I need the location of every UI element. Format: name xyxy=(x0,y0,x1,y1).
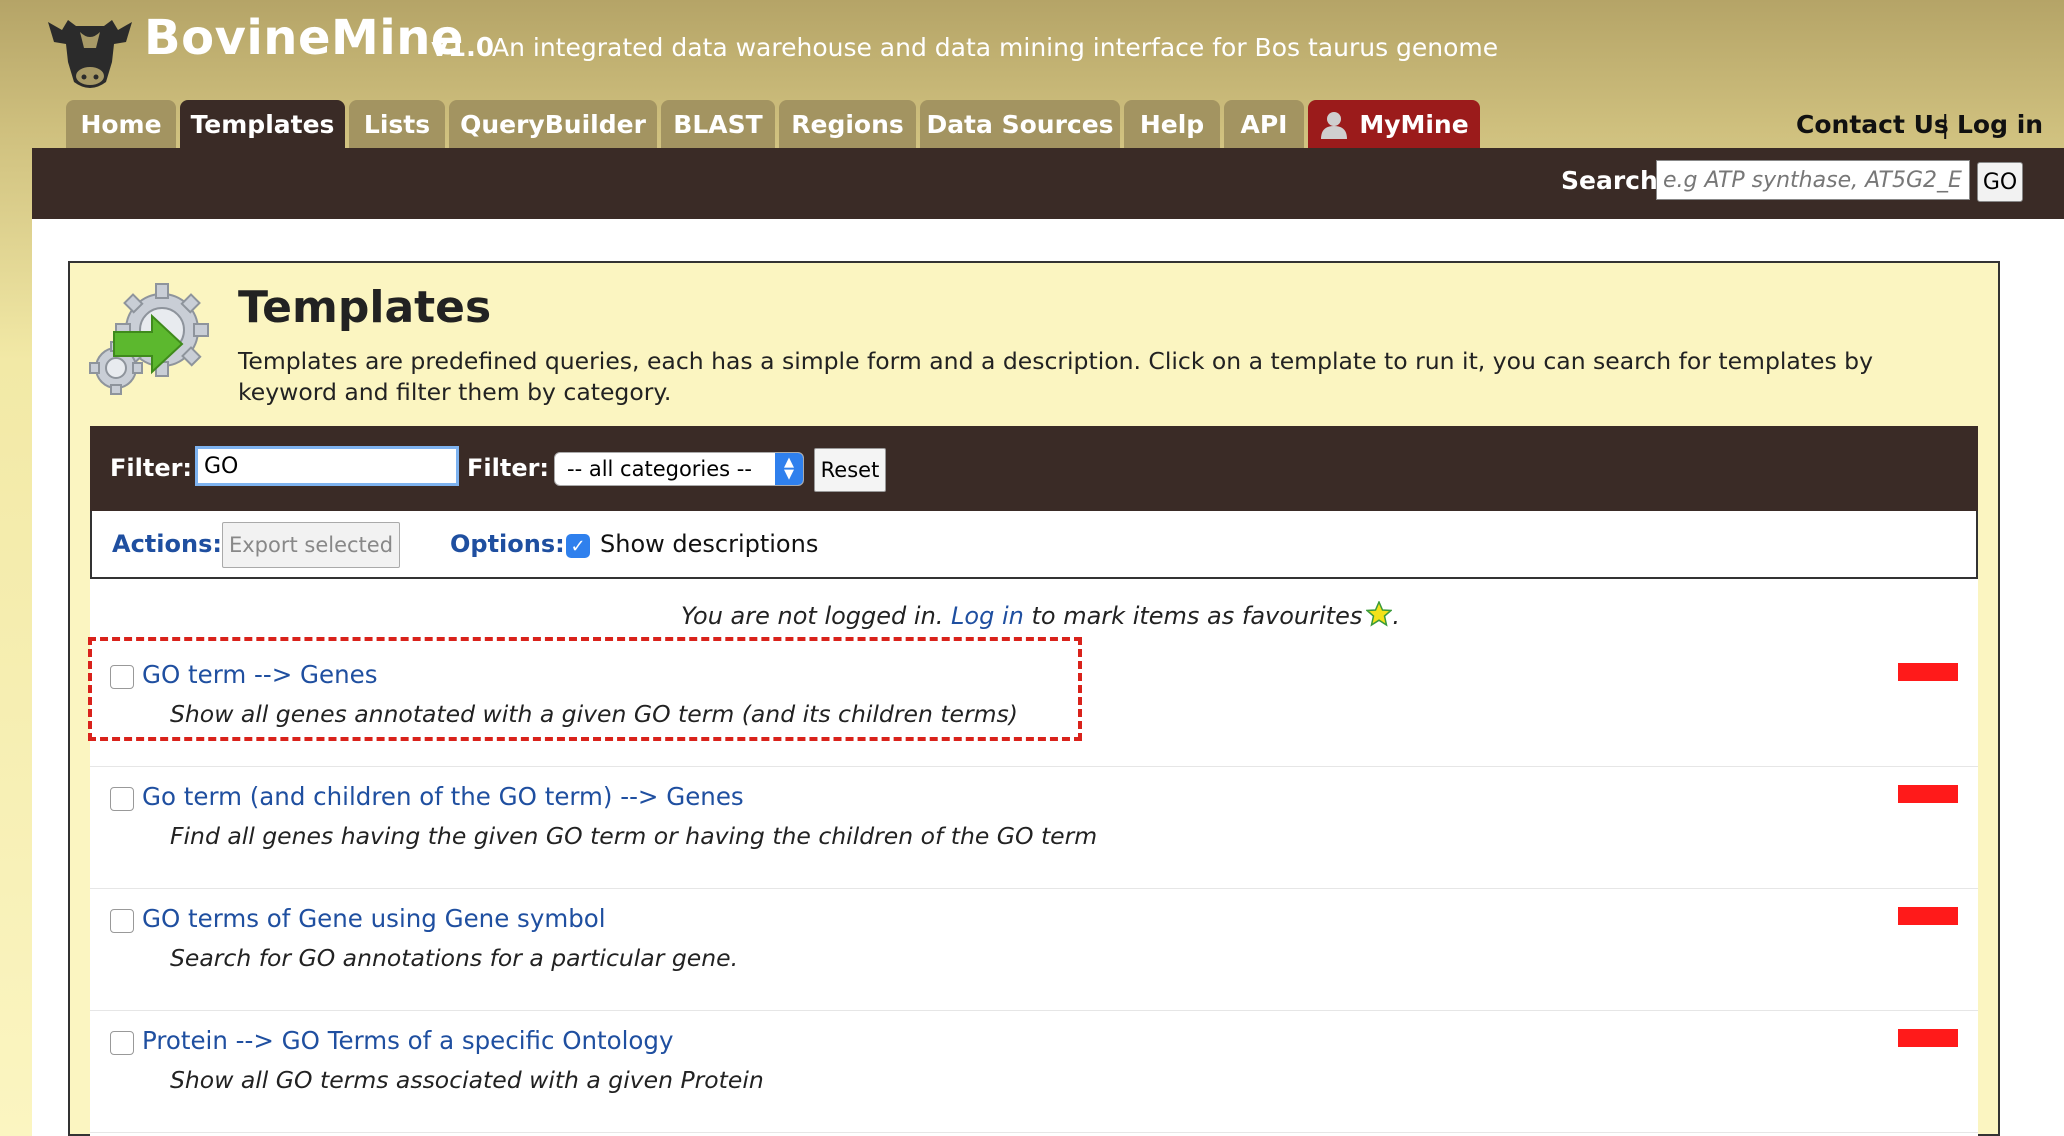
show-descriptions-checkbox[interactable]: ✓ xyxy=(566,534,590,558)
template-item: GO term --> Genes Show all genes annotat… xyxy=(90,645,1978,767)
template-title-link[interactable]: Protein --> GO Terms of a specific Ontol… xyxy=(142,1026,673,1055)
tab-label: API xyxy=(1240,109,1288,139)
tab-label: Help xyxy=(1139,109,1205,139)
gear-arrow-icon xyxy=(89,283,209,395)
site-tagline: An integrated data warehouse and data mi… xyxy=(492,33,1499,62)
login-notice-end: . xyxy=(1392,602,1400,630)
tab-templates[interactable]: Templates xyxy=(180,100,345,148)
site-brand[interactable]: BovineMine xyxy=(144,10,464,66)
tab-label: Home xyxy=(80,109,162,139)
tab-data-sources[interactable]: Data Sources xyxy=(920,100,1120,148)
template-description: Find all genes having the given GO term … xyxy=(170,822,1098,850)
template-checkbox[interactable] xyxy=(110,665,134,689)
login-notice-suffix: to mark items as favourites xyxy=(1031,602,1363,630)
template-checkbox[interactable] xyxy=(110,1031,134,1055)
actions-label: Actions: xyxy=(112,530,222,558)
tab-label: MyMine xyxy=(1359,109,1469,139)
tab-label: Templates xyxy=(190,109,335,139)
template-title-link[interactable]: GO term --> Genes xyxy=(142,660,377,689)
user-icon xyxy=(1321,112,1348,139)
template-description: Search for GO annotations for a particul… xyxy=(170,944,739,972)
template-checkbox[interactable] xyxy=(110,787,134,811)
template-checkbox[interactable] xyxy=(110,909,134,933)
search-label: Search: xyxy=(1561,166,1668,195)
tab-label: Data Sources xyxy=(926,109,1114,139)
template-item: Go term (and children of the GO term) --… xyxy=(90,767,1978,889)
login-notice-prefix: You are not logged in. xyxy=(681,602,944,630)
contact-us-link[interactable]: Contact Us xyxy=(1796,110,1949,139)
tab-regions[interactable]: Regions xyxy=(779,100,916,148)
search-input[interactable] xyxy=(1656,160,1970,200)
category-select-value: -- all categories -- xyxy=(567,457,752,481)
tab-help[interactable]: Help xyxy=(1124,100,1220,148)
tab-lists[interactable]: Lists xyxy=(349,100,445,148)
login-notice-link[interactable]: Log in xyxy=(951,602,1024,630)
site-version: v1.0 xyxy=(431,33,495,63)
template-description: Show all genes annotated with a given GO… xyxy=(170,700,1018,728)
template-tag-marker xyxy=(1898,785,1958,803)
filter-label: Filter: xyxy=(110,454,193,482)
tab-api[interactable]: API xyxy=(1224,100,1304,148)
template-tag-marker xyxy=(1898,907,1958,925)
tab-home[interactable]: Home xyxy=(66,100,176,148)
category-select[interactable]: -- all categories -- ▲ ▼ xyxy=(554,452,804,486)
filter-input[interactable] xyxy=(195,446,459,486)
template-tag-marker xyxy=(1898,663,1958,681)
show-descriptions-label[interactable]: Show descriptions xyxy=(600,530,818,558)
page-description: Templates are predefined queries, each h… xyxy=(238,347,1873,406)
search-go-button[interactable]: GO xyxy=(1977,162,2023,202)
login-notice: You are not logged in. Log in to mark it… xyxy=(681,601,1400,630)
login-link[interactable]: Log in xyxy=(1957,110,2043,139)
tab-mymine[interactable]: MyMine xyxy=(1308,100,1480,148)
tab-querybuilder[interactable]: QueryBuilder xyxy=(449,100,657,148)
category-filter-label: Filter: xyxy=(467,454,550,482)
template-tag-marker xyxy=(1898,1029,1958,1047)
template-title-link[interactable]: Go term (and children of the GO term) --… xyxy=(142,782,744,811)
reset-button[interactable]: Reset xyxy=(814,448,886,492)
template-item: Protein --> GO Terms of a specific Ontol… xyxy=(90,1011,1978,1133)
star-icon xyxy=(1366,601,1393,627)
cow-head-icon[interactable] xyxy=(40,2,140,94)
template-item: GO terms of Gene using Gene symbol Searc… xyxy=(90,889,1978,1011)
tab-label: QueryBuilder xyxy=(460,109,646,139)
tab-label: BLAST xyxy=(673,109,763,139)
tab-label: Lists xyxy=(363,109,431,139)
export-selected-button[interactable]: Export selected xyxy=(222,522,400,568)
template-title-link[interactable]: GO terms of Gene using Gene symbol xyxy=(142,904,606,933)
options-label: Options: xyxy=(450,530,565,558)
link-separator: | xyxy=(1941,110,1950,139)
select-arrows-icon: ▲ ▼ xyxy=(775,453,803,485)
page-title: Templates xyxy=(238,282,492,333)
tab-label: Regions xyxy=(791,109,904,139)
tab-blast[interactable]: BLAST xyxy=(661,100,775,148)
template-description: Show all GO terms associated with a give… xyxy=(170,1066,764,1094)
